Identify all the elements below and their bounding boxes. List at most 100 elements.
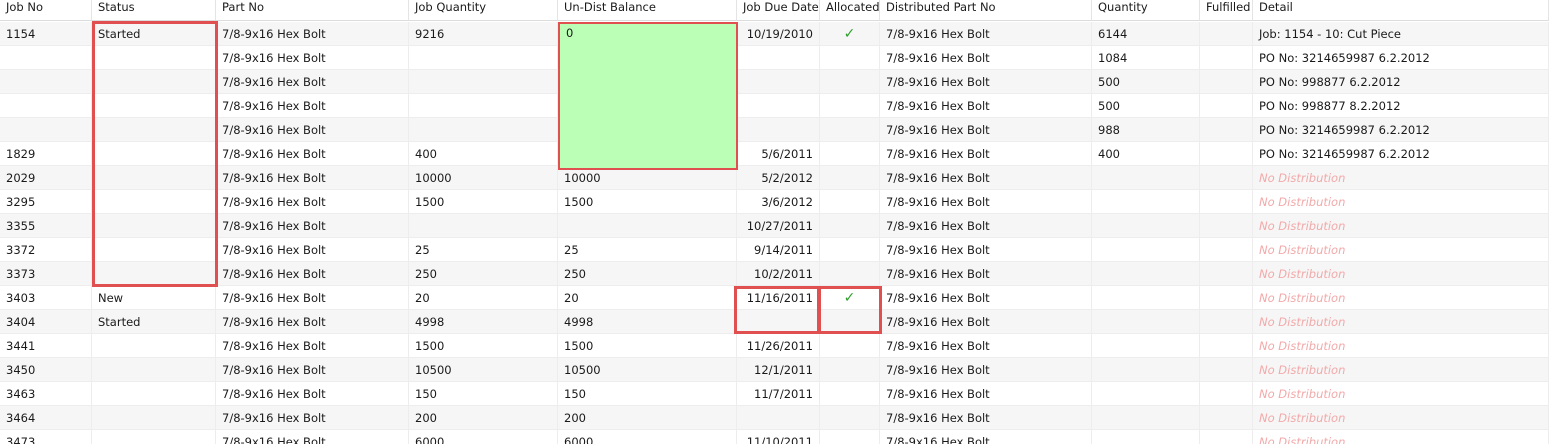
cell-part-no[interactable]: 7/8-9x16 Hex Bolt: [216, 190, 409, 214]
cell-job-qty[interactable]: 10500: [409, 358, 558, 382]
cell-job-qty[interactable]: 200: [409, 406, 558, 430]
column-header-job-no[interactable]: Job No: [0, 0, 92, 21]
column-header-detail[interactable]: Detail: [1253, 0, 1549, 21]
cell-due[interactable]: [737, 70, 820, 94]
cell-job-no[interactable]: 3404: [0, 310, 92, 334]
cell-due[interactable]: [737, 118, 820, 142]
cell-due[interactable]: 5/6/2011: [737, 142, 820, 166]
column-header-allocated[interactable]: Allocated: [820, 0, 880, 21]
cell-qty[interactable]: 988: [1092, 118, 1200, 142]
cell-status[interactable]: New: [92, 286, 216, 310]
cell-qty[interactable]: 500: [1092, 70, 1200, 94]
cell-job-qty[interactable]: 4998: [409, 310, 558, 334]
cell-undist[interactable]: 200: [558, 406, 737, 430]
cell-due[interactable]: 11/10/2011: [737, 430, 820, 444]
cell-qty[interactable]: [1092, 310, 1200, 334]
cell-dist-part[interactable]: 7/8-9x16 Hex Bolt: [880, 310, 1092, 334]
cell-dist-part[interactable]: 7/8-9x16 Hex Bolt: [880, 358, 1092, 382]
cell-allocated[interactable]: [820, 70, 880, 94]
cell-allocated[interactable]: [820, 190, 880, 214]
cell-dist-part[interactable]: 7/8-9x16 Hex Bolt: [880, 262, 1092, 286]
cell-detail[interactable]: PO No: 3214659987 6.2.2012: [1253, 46, 1549, 70]
cell-fulfilled[interactable]: [1200, 70, 1253, 94]
cell-fulfilled[interactable]: [1200, 358, 1253, 382]
cell-status[interactable]: [92, 382, 216, 406]
cell-status[interactable]: Started: [92, 310, 216, 334]
cell-qty[interactable]: [1092, 262, 1200, 286]
cell-dist-part[interactable]: 7/8-9x16 Hex Bolt: [880, 70, 1092, 94]
cell-job-no[interactable]: 3441: [0, 334, 92, 358]
column-header-undist[interactable]: Un-Dist Balance: [558, 0, 737, 21]
cell-job-no[interactable]: 3295: [0, 190, 92, 214]
cell-undist[interactable]: 25: [558, 238, 737, 262]
cell-job-no[interactable]: 3464: [0, 406, 92, 430]
cell-undist[interactable]: 1500: [558, 190, 737, 214]
cell-detail[interactable]: PO No: 998877 6.2.2012: [1253, 70, 1549, 94]
cell-part-no[interactable]: 7/8-9x16 Hex Bolt: [216, 142, 409, 166]
cell-status[interactable]: [92, 238, 216, 262]
cell-fulfilled[interactable]: [1200, 406, 1253, 430]
column-header-due[interactable]: Job Due Date: [737, 0, 820, 21]
cell-job-no[interactable]: [0, 46, 92, 70]
cell-job-qty[interactable]: [409, 118, 558, 142]
cell-job-no[interactable]: 1154: [0, 22, 92, 46]
cell-due[interactable]: 9/14/2011: [737, 238, 820, 262]
cell-detail[interactable]: No Distribution: [1253, 214, 1549, 238]
cell-allocated[interactable]: [820, 430, 880, 444]
cell-job-qty[interactable]: 20: [409, 286, 558, 310]
cell-qty[interactable]: [1092, 358, 1200, 382]
cell-part-no[interactable]: 7/8-9x16 Hex Bolt: [216, 310, 409, 334]
cell-part-no[interactable]: 7/8-9x16 Hex Bolt: [216, 166, 409, 190]
column-header-job-qty[interactable]: Job Quantity: [409, 0, 558, 21]
cell-allocated[interactable]: [820, 358, 880, 382]
cell-allocated[interactable]: ✓: [820, 22, 880, 46]
cell-allocated[interactable]: [820, 310, 880, 334]
cell-undist[interactable]: 1500: [558, 334, 737, 358]
cell-job-no[interactable]: 3450: [0, 358, 92, 382]
cell-fulfilled[interactable]: [1200, 238, 1253, 262]
cell-dist-part[interactable]: 7/8-9x16 Hex Bolt: [880, 22, 1092, 46]
cell-job-qty[interactable]: 25: [409, 238, 558, 262]
cell-fulfilled[interactable]: [1200, 94, 1253, 118]
cell-part-no[interactable]: 7/8-9x16 Hex Bolt: [216, 382, 409, 406]
cell-detail[interactable]: No Distribution: [1253, 166, 1549, 190]
cell-job-no[interactable]: 3473: [0, 430, 92, 444]
cell-dist-part[interactable]: 7/8-9x16 Hex Bolt: [880, 94, 1092, 118]
cell-qty[interactable]: [1092, 214, 1200, 238]
cell-undist[interactable]: 10500: [558, 358, 737, 382]
cell-job-qty[interactable]: [409, 214, 558, 238]
cell-qty[interactable]: 1084: [1092, 46, 1200, 70]
cell-due[interactable]: [737, 310, 820, 334]
cell-due[interactable]: 5/2/2012: [737, 166, 820, 190]
cell-fulfilled[interactable]: [1200, 22, 1253, 46]
cell-fulfilled[interactable]: [1200, 382, 1253, 406]
cell-due[interactable]: 11/7/2011: [737, 382, 820, 406]
cell-due[interactable]: [737, 46, 820, 70]
cell-fulfilled[interactable]: [1200, 46, 1253, 70]
cell-part-no[interactable]: 7/8-9x16 Hex Bolt: [216, 334, 409, 358]
cell-part-no[interactable]: 7/8-9x16 Hex Bolt: [216, 94, 409, 118]
cell-undist[interactable]: 6000: [558, 430, 737, 444]
cell-due[interactable]: [737, 94, 820, 118]
cell-job-qty[interactable]: [409, 70, 558, 94]
cell-dist-part[interactable]: 7/8-9x16 Hex Bolt: [880, 166, 1092, 190]
cell-undist[interactable]: [558, 214, 737, 238]
cell-qty[interactable]: [1092, 166, 1200, 190]
cell-part-no[interactable]: 7/8-9x16 Hex Bolt: [216, 46, 409, 70]
column-header-qty[interactable]: Quantity: [1092, 0, 1200, 21]
cell-fulfilled[interactable]: [1200, 334, 1253, 358]
cell-detail[interactable]: No Distribution: [1253, 358, 1549, 382]
cell-status[interactable]: [92, 430, 216, 444]
cell-qty[interactable]: [1092, 190, 1200, 214]
cell-fulfilled[interactable]: [1200, 286, 1253, 310]
cell-job-no[interactable]: [0, 94, 92, 118]
cell-dist-part[interactable]: 7/8-9x16 Hex Bolt: [880, 406, 1092, 430]
cell-detail[interactable]: No Distribution: [1253, 190, 1549, 214]
cell-job-no[interactable]: 3373: [0, 262, 92, 286]
cell-detail[interactable]: No Distribution: [1253, 334, 1549, 358]
cell-qty[interactable]: [1092, 286, 1200, 310]
cell-status[interactable]: [92, 214, 216, 238]
cell-allocated[interactable]: [820, 46, 880, 70]
cell-dist-part[interactable]: 7/8-9x16 Hex Bolt: [880, 430, 1092, 444]
cell-fulfilled[interactable]: [1200, 190, 1253, 214]
